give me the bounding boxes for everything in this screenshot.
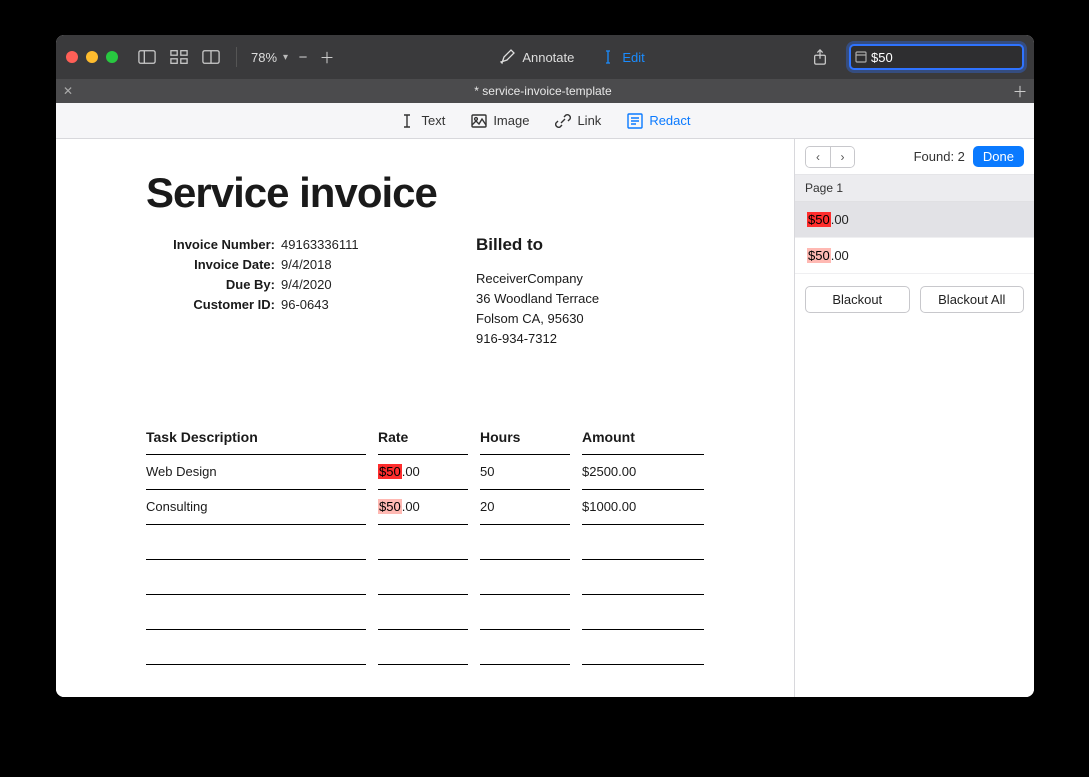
done-button[interactable]: Done xyxy=(973,146,1024,167)
result-nav: ‹ › xyxy=(805,146,855,168)
link-icon xyxy=(555,113,571,129)
blackout-all-button[interactable]: Blackout All xyxy=(920,286,1025,313)
zoom-control[interactable]: 78% ▾ − ＋ xyxy=(251,47,336,68)
thumbnails-icon[interactable] xyxy=(168,48,190,66)
image-icon xyxy=(471,113,487,129)
edit-button[interactable]: Edit xyxy=(600,49,644,65)
search-field[interactable]: ✕ xyxy=(849,44,1024,70)
label-invoice-number: Invoice Number: xyxy=(146,235,281,255)
app-window: 78% ▾ − ＋ Annotate Edit ✕ ✕ * service-in xyxy=(56,35,1034,697)
col-hours: Hours xyxy=(480,429,570,445)
col-amount: Amount xyxy=(582,429,704,445)
billed-to-label: Billed to xyxy=(476,235,704,255)
cell-rate: $50.00 xyxy=(378,464,468,480)
close-window-button[interactable] xyxy=(66,51,78,63)
value-invoice-number: 49163336111 xyxy=(281,235,426,255)
close-tab-button[interactable]: ✕ xyxy=(56,84,80,98)
col-desc: Task Description xyxy=(146,429,366,445)
search-results-panel: ‹ › Found: 2 Done Page 1 $50.00$50.00 Bl… xyxy=(794,139,1034,697)
main-toolbar: 78% ▾ − ＋ Annotate Edit ✕ xyxy=(56,35,1034,79)
tab-title[interactable]: * service-invoice-template xyxy=(80,84,1006,98)
billed-street: 36 Woodland Terrace xyxy=(476,289,704,309)
insert-image-button[interactable]: Image xyxy=(471,113,529,129)
search-result-item[interactable]: $50.00 xyxy=(795,238,1034,274)
invoice-title: Service invoice xyxy=(146,169,704,217)
cell-hours: 20 xyxy=(480,499,570,515)
billed-name: ReceiverCompany xyxy=(476,269,704,289)
fullscreen-window-button[interactable] xyxy=(106,51,118,63)
table-row: Consulting $50.00 20 $1000.00 xyxy=(146,490,704,524)
text-cursor-icon xyxy=(600,49,616,65)
invoice-meta: Invoice Number:49163336111 Invoice Date:… xyxy=(146,235,426,350)
cell-amount: $1000.00 xyxy=(582,499,704,515)
redact-button[interactable]: Redact xyxy=(627,113,690,129)
tab-bar: ✕ * service-invoice-template ＋ xyxy=(56,79,1034,103)
two-page-icon[interactable] xyxy=(200,48,222,66)
label-due-by: Due By: xyxy=(146,275,281,295)
cell-desc: Web Design xyxy=(146,464,366,480)
search-result-item[interactable]: $50.00 xyxy=(795,202,1034,238)
zoom-in-button[interactable]: ＋ xyxy=(318,47,336,68)
insert-text-button[interactable]: Text xyxy=(399,113,445,129)
redact-icon xyxy=(627,113,643,129)
label-invoice-date: Invoice Date: xyxy=(146,255,281,275)
pen-icon xyxy=(500,49,516,65)
annotate-toolbar: Text Image Link Redact xyxy=(56,103,1034,139)
cell-rate: $50.00 xyxy=(378,499,468,515)
insert-link-button[interactable]: Link xyxy=(555,113,601,129)
value-customer-id: 96-0643 xyxy=(281,295,426,315)
cell-amount: $2500.00 xyxy=(582,464,704,480)
main-area: Service invoice Invoice Number:491633361… xyxy=(56,139,1034,697)
table-row: Web Design $50.00 50 $2500.00 xyxy=(146,455,704,489)
label-customer-id: Customer ID: xyxy=(146,295,281,315)
line-items-table: Task Description Rate Hours Amount Web D… xyxy=(146,420,704,665)
view-mode-buttons xyxy=(136,48,222,66)
share-button[interactable] xyxy=(809,48,831,66)
zoom-level: 78% xyxy=(251,50,277,65)
value-invoice-date: 9/4/2018 xyxy=(281,255,426,275)
billed-phone: 916-934-7312 xyxy=(476,329,704,349)
search-scope-icon[interactable] xyxy=(855,49,867,65)
col-rate: Rate xyxy=(378,429,468,445)
search-input[interactable] xyxy=(867,50,1034,65)
prev-result-button[interactable]: ‹ xyxy=(806,147,830,167)
next-result-button[interactable]: › xyxy=(830,147,854,167)
billed-city: Folsom CA, 95630 xyxy=(476,309,704,329)
results-page-heading: Page 1 xyxy=(795,175,1034,202)
cell-desc: Consulting xyxy=(146,499,366,515)
annotate-button[interactable]: Annotate xyxy=(500,49,574,65)
billed-to: Billed to ReceiverCompany 36 Woodland Te… xyxy=(476,235,704,350)
value-due-by: 9/4/2020 xyxy=(281,275,426,295)
sidebar-toggle-icon[interactable] xyxy=(136,48,158,66)
cell-hours: 50 xyxy=(480,464,570,480)
document-viewport[interactable]: Service invoice Invoice Number:491633361… xyxy=(56,139,794,697)
found-count: Found: 2 xyxy=(863,149,965,164)
traffic-lights xyxy=(66,51,118,63)
share-icon xyxy=(811,49,829,65)
new-tab-button[interactable]: ＋ xyxy=(1006,81,1034,102)
blackout-button[interactable]: Blackout xyxy=(805,286,910,313)
toolbar-divider xyxy=(236,47,237,67)
zoom-out-button[interactable]: − xyxy=(294,49,312,66)
text-icon xyxy=(399,113,415,129)
invoice-page: Service invoice Invoice Number:491633361… xyxy=(56,139,794,665)
chevron-down-icon: ▾ xyxy=(283,52,288,63)
minimize-window-button[interactable] xyxy=(86,51,98,63)
